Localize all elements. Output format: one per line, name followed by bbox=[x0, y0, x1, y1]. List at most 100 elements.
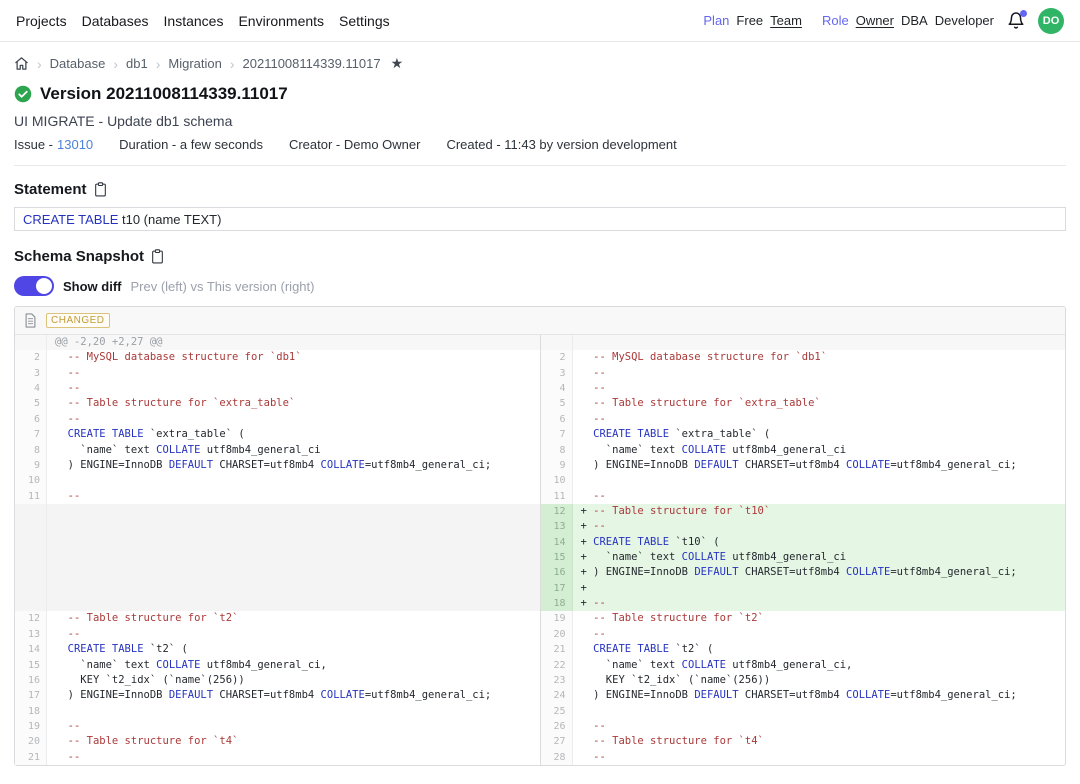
diff-line-left: 17 ) ENGINE=InnoDB DEFAULT CHARSET=utf8m… bbox=[15, 688, 540, 703]
diff-line-right: 25 bbox=[541, 704, 1066, 719]
line-number: 16 bbox=[541, 565, 573, 580]
diff-line-left bbox=[15, 535, 540, 550]
line-number: 9 bbox=[541, 458, 573, 473]
schema-diff-panel: CHANGED @@ -2,20 +2,27 @@2 -- MySQL data… bbox=[14, 306, 1066, 766]
line-number bbox=[15, 535, 47, 550]
diff-line-right: 5 -- Table structure for `extra_table` bbox=[541, 396, 1066, 411]
nav-item-settings[interactable]: Settings bbox=[339, 13, 390, 29]
created-text: Created - 11:43 by version development bbox=[446, 137, 676, 152]
statement-heading: Statement bbox=[14, 181, 87, 198]
diff-line-right: 27 -- Table structure for `t4` bbox=[541, 734, 1066, 749]
line-number: 10 bbox=[15, 473, 47, 488]
nav-item-databases[interactable]: Databases bbox=[82, 13, 149, 29]
line-number bbox=[15, 335, 47, 350]
copy-schema-icon[interactable] bbox=[151, 249, 164, 264]
breadcrumb-item-database[interactable]: Database bbox=[50, 56, 106, 71]
line-number bbox=[15, 519, 47, 534]
diff-line-left: 19 -- bbox=[15, 719, 540, 734]
copy-statement-icon[interactable] bbox=[94, 182, 107, 197]
diff-line-right: 24 ) ENGINE=InnoDB DEFAULT CHARSET=utf8m… bbox=[541, 688, 1066, 703]
diff-line-right: 13+ -- bbox=[541, 519, 1066, 534]
line-number: 2 bbox=[15, 350, 47, 365]
plan-option-team[interactable]: Team bbox=[770, 13, 802, 28]
show-diff-hint: Prev (left) vs This version (right) bbox=[131, 279, 315, 294]
line-number: 11 bbox=[15, 489, 47, 504]
diff-line-left: 15 `name` text COLLATE utf8mb4_general_c… bbox=[15, 658, 540, 673]
diff-line-left: 18 bbox=[15, 704, 540, 719]
line-number: 9 bbox=[15, 458, 47, 473]
home-icon[interactable] bbox=[14, 56, 29, 71]
version-meta: Issue - 13010 Duration - a few seconds C… bbox=[14, 137, 1066, 152]
diff-line-left bbox=[15, 519, 540, 534]
statement-sql: CREATE TABLE t10 (name TEXT) bbox=[14, 207, 1066, 231]
line-number bbox=[15, 581, 47, 596]
line-number: 10 bbox=[541, 473, 573, 488]
diff-line-left bbox=[15, 565, 540, 580]
show-diff-toggle[interactable] bbox=[14, 276, 54, 296]
line-number: 8 bbox=[15, 443, 47, 458]
diff-line-right: 3 -- bbox=[541, 366, 1066, 381]
line-number: 28 bbox=[541, 750, 573, 765]
role-option-developer[interactable]: Developer bbox=[935, 13, 994, 28]
line-number: 22 bbox=[541, 658, 573, 673]
creator-text: Creator - Demo Owner bbox=[289, 137, 420, 152]
show-diff-label: Show diff bbox=[63, 279, 122, 294]
line-number: 4 bbox=[541, 381, 573, 396]
plan-option-free[interactable]: Free bbox=[736, 13, 763, 28]
role-option-dba[interactable]: DBA bbox=[901, 13, 928, 28]
line-number: 19 bbox=[541, 611, 573, 626]
diff-line-left: 4 -- bbox=[15, 381, 540, 396]
chevron-right-icon: › bbox=[37, 56, 42, 72]
line-number: 13 bbox=[541, 519, 573, 534]
schema-snapshot-heading: Schema Snapshot bbox=[14, 248, 144, 265]
star-icon[interactable]: ★ bbox=[391, 55, 404, 72]
line-number: 21 bbox=[15, 750, 47, 765]
line-number: 12 bbox=[15, 611, 47, 626]
diff-line-left bbox=[15, 550, 540, 565]
nav-item-environments[interactable]: Environments bbox=[238, 13, 324, 29]
line-number: 3 bbox=[541, 366, 573, 381]
issue-link[interactable]: 13010 bbox=[57, 137, 93, 152]
diff-line-left: 5 -- Table structure for `extra_table` bbox=[15, 396, 540, 411]
diff-pane-left: @@ -2,20 +2,27 @@2 -- MySQL database str… bbox=[15, 335, 540, 765]
breadcrumb: ›Database›db1›Migration›20211008114339.1… bbox=[14, 55, 1066, 72]
line-number: 15 bbox=[15, 658, 47, 673]
diff-line-right: 9 ) ENGINE=InnoDB DEFAULT CHARSET=utf8mb… bbox=[541, 458, 1066, 473]
line-number: 21 bbox=[541, 642, 573, 657]
role-option-owner[interactable]: Owner bbox=[856, 13, 894, 28]
chevron-right-icon: › bbox=[156, 56, 161, 72]
avatar[interactable]: DO bbox=[1038, 8, 1064, 34]
line-number: 23 bbox=[541, 673, 573, 688]
diff-line-right: 28 -- bbox=[541, 750, 1066, 765]
diff-line-right: 11 -- bbox=[541, 489, 1066, 504]
diff-line-left: 10 bbox=[15, 473, 540, 488]
diff-view[interactable]: @@ -2,20 +2,27 @@2 -- MySQL database str… bbox=[15, 335, 1065, 765]
nav-item-projects[interactable]: Projects bbox=[16, 13, 67, 29]
role-label: Role bbox=[822, 13, 849, 28]
breadcrumb-items: ›Database›db1›Migration›20211008114339.1… bbox=[37, 56, 381, 72]
breadcrumb-item-20211008114339-11017[interactable]: 20211008114339.11017 bbox=[243, 56, 381, 71]
diff-line-left: 12 -- Table structure for `t2` bbox=[15, 611, 540, 626]
line-number: 24 bbox=[541, 688, 573, 703]
divider bbox=[14, 165, 1066, 166]
diff-line-left: 13 -- bbox=[15, 627, 540, 642]
diff-header: CHANGED bbox=[15, 307, 1065, 335]
line-number: 14 bbox=[541, 535, 573, 550]
notification-bell-icon[interactable] bbox=[1007, 11, 1027, 31]
diff-line-right: 23 KEY `t2_idx` (`name`(256)) bbox=[541, 673, 1066, 688]
line-number: 8 bbox=[541, 443, 573, 458]
breadcrumb-item-db1[interactable]: db1 bbox=[126, 56, 148, 71]
line-number: 3 bbox=[15, 366, 47, 381]
diff-line-right: 4 -- bbox=[541, 381, 1066, 396]
nav-right: Plan Free Team Role Owner DBA Developer … bbox=[703, 8, 1064, 34]
nav-item-instances[interactable]: Instances bbox=[164, 13, 224, 29]
file-icon bbox=[24, 313, 37, 328]
diff-line-right: 7 CREATE TABLE `extra_table` ( bbox=[541, 427, 1066, 442]
breadcrumb-item-migration[interactable]: Migration bbox=[168, 56, 221, 71]
nav-menu: Projects Databases Instances Environments Se… bbox=[16, 13, 390, 29]
diff-line-right: 19 -- Table structure for `t2` bbox=[541, 611, 1066, 626]
diff-line-left bbox=[15, 504, 540, 519]
diff-line-right: 20 -- bbox=[541, 627, 1066, 642]
diff-line-left: 20 -- Table structure for `t4` bbox=[15, 734, 540, 749]
line-number: 18 bbox=[15, 704, 47, 719]
